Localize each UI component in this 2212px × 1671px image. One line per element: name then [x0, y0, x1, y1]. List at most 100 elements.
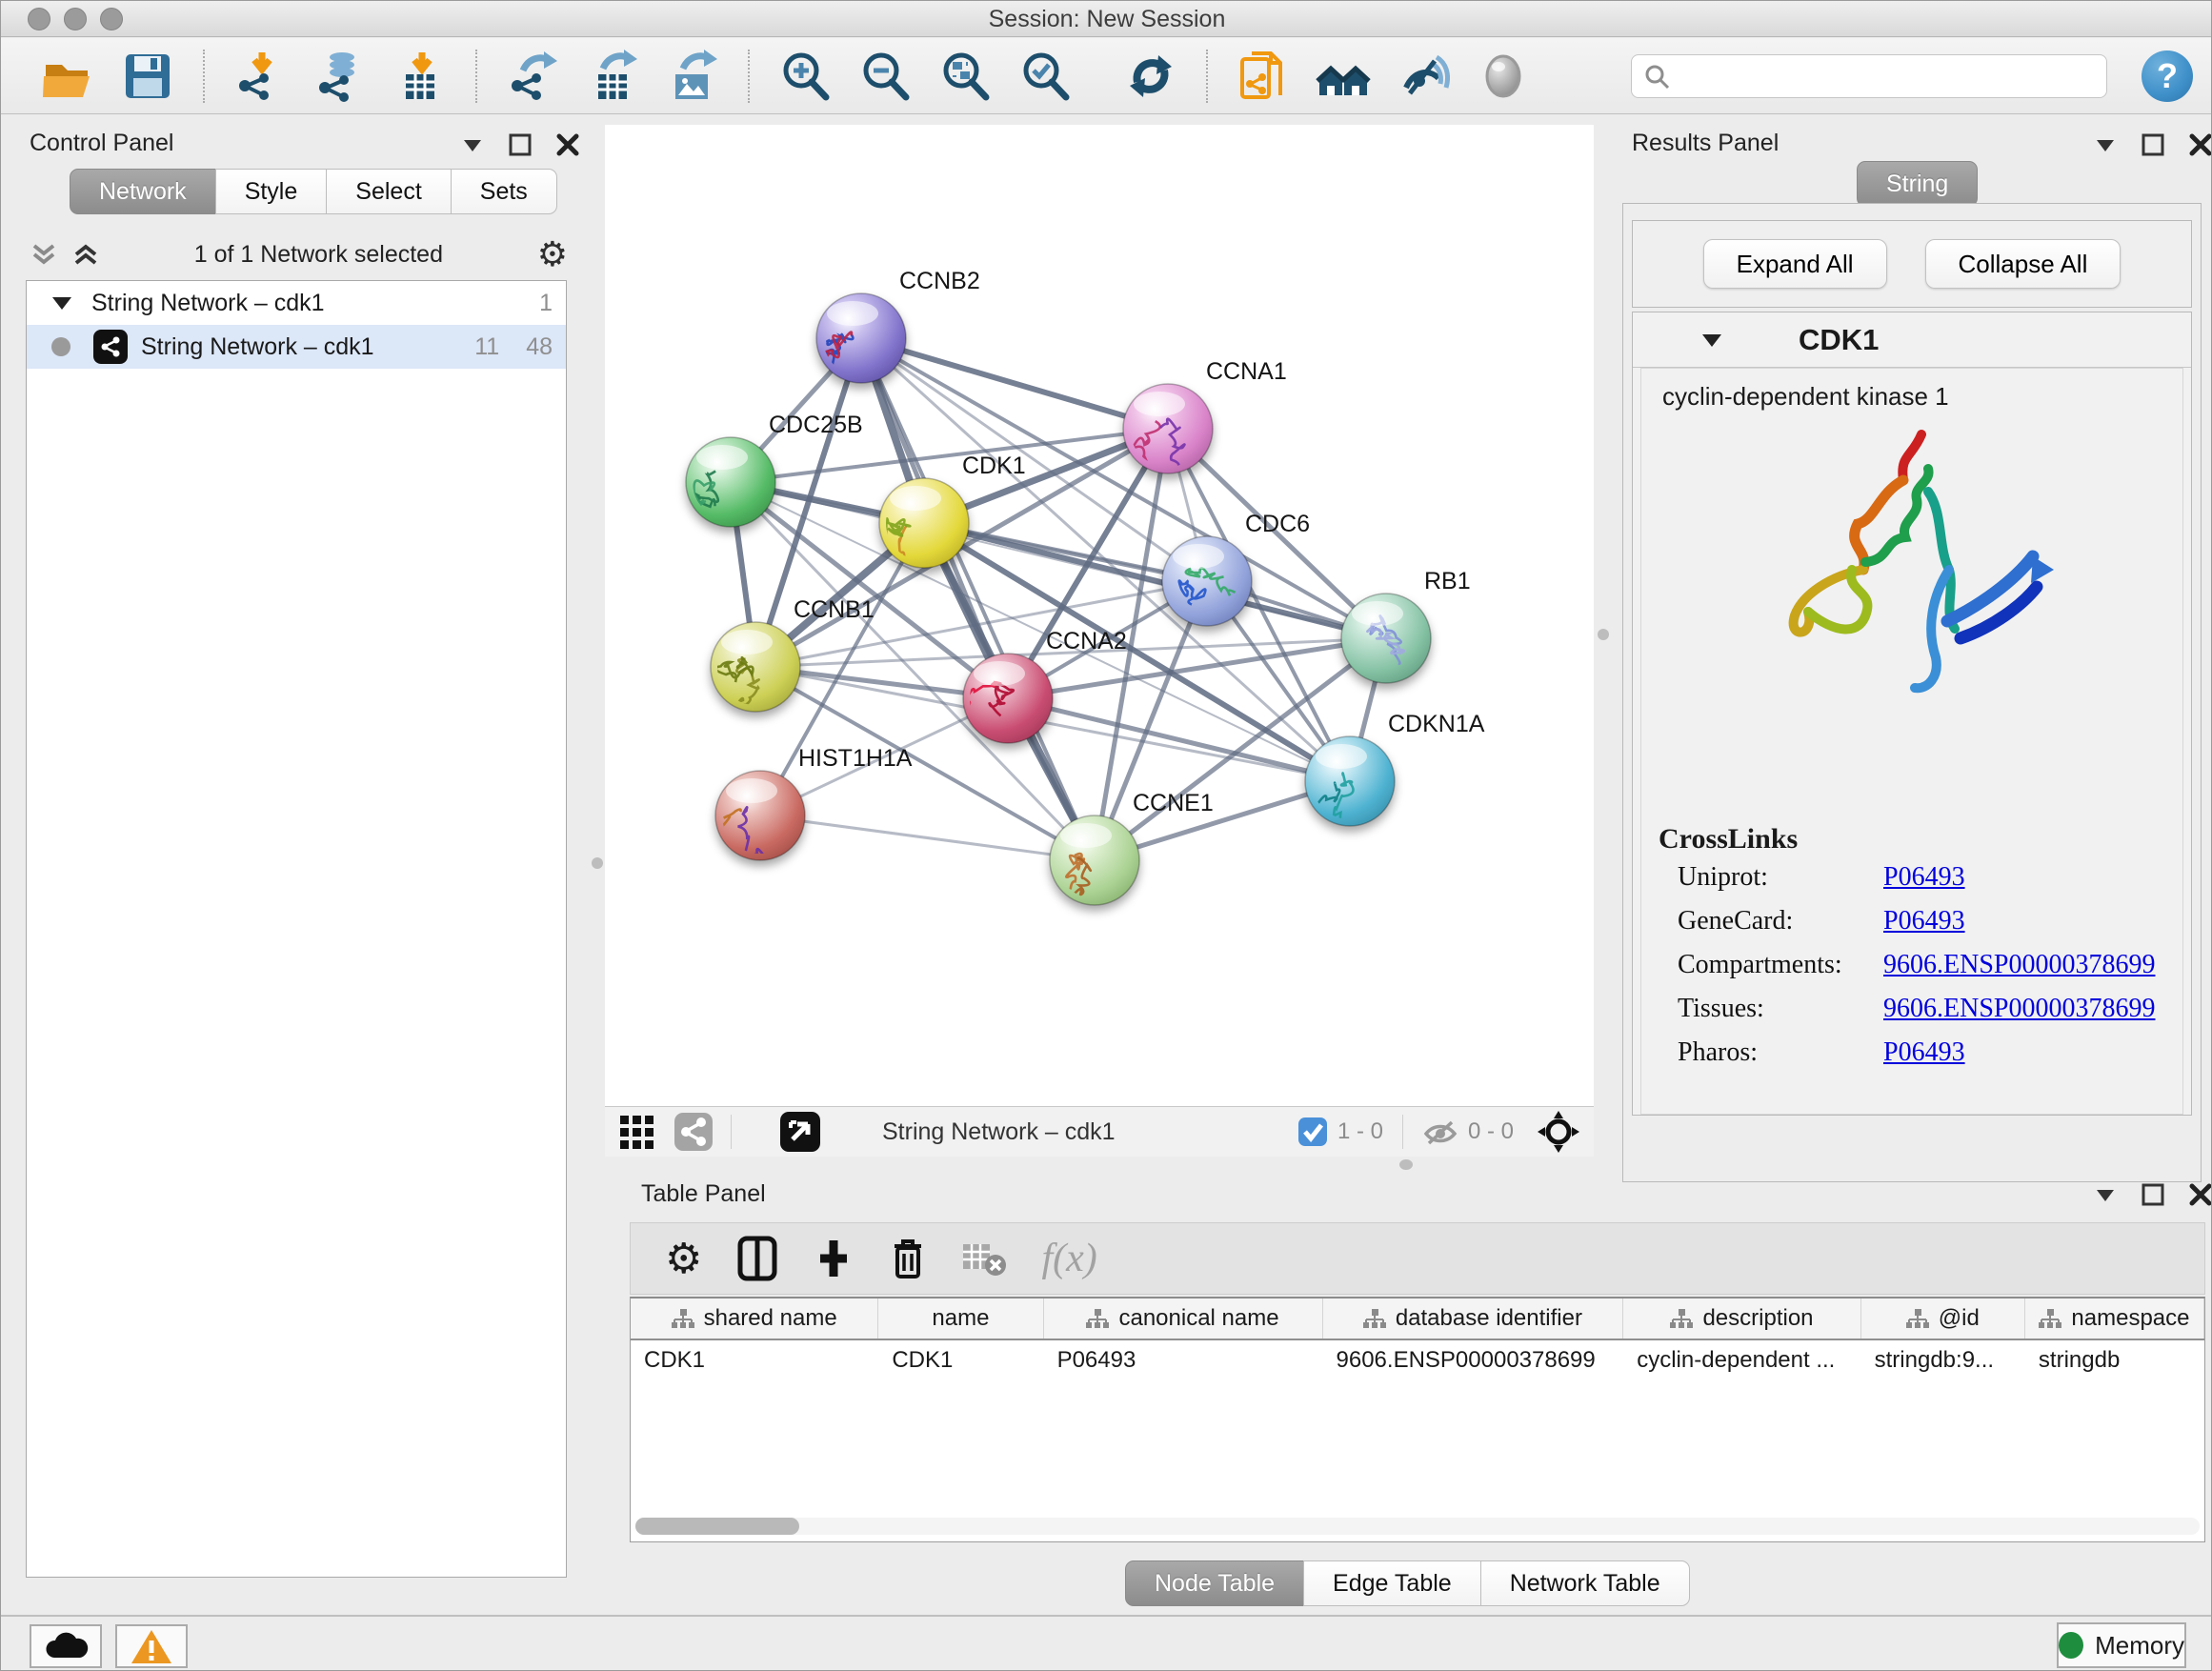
- tab-node-table[interactable]: Node Table: [1125, 1560, 1304, 1606]
- function-builder-button[interactable]: f(x): [1036, 1235, 1102, 1282]
- glass-ball-icon: [1477, 50, 1530, 103]
- column-header-namespace[interactable]: namespace: [2025, 1299, 2204, 1339]
- column-header-canonical-name[interactable]: canonical name: [1044, 1299, 1323, 1339]
- column-label: shared name: [704, 1305, 837, 1332]
- toolbar-separator: [1206, 50, 1208, 103]
- help-button[interactable]: ?: [2142, 50, 2193, 102]
- tab-string[interactable]: String: [1857, 161, 1978, 207]
- table-cell[interactable]: cyclin-dependent ...: [1623, 1340, 1860, 1380]
- tab-style[interactable]: Style: [215, 169, 328, 214]
- crosslink-link[interactable]: P06493: [1883, 906, 1965, 936]
- column-header-description[interactable]: description: [1623, 1299, 1860, 1339]
- network-collection-row[interactable]: String Network – cdk1 1: [27, 281, 566, 325]
- node-cdkn1a[interactable]: CDKN1A: [1305, 711, 1485, 833]
- table-cell[interactable]: P06493: [1044, 1340, 1323, 1380]
- collapse-panel-icon[interactable]: [460, 132, 485, 157]
- network-view[interactable]: CCNB2CCNA1CDC25BCDK1CDC6RB1CCNB1CCNA2CDK…: [605, 125, 1594, 1106]
- table-cell[interactable]: CDK1: [878, 1340, 1043, 1380]
- show-columns-button[interactable]: [731, 1234, 784, 1283]
- column-header-shared-name[interactable]: shared name: [631, 1299, 878, 1339]
- tab-sets[interactable]: Sets: [451, 169, 557, 214]
- warnings-button[interactable]: [115, 1624, 188, 1668]
- expand-all-icon[interactable]: [71, 240, 100, 269]
- collapse-panel-icon[interactable]: [2093, 1182, 2118, 1207]
- toolbar-separator: [748, 50, 750, 103]
- zoom-out-button[interactable]: [857, 49, 913, 104]
- crosslink-link[interactable]: P06493: [1883, 862, 1965, 893]
- crosslink-link[interactable]: P06493: [1883, 1037, 1965, 1068]
- string-enable-glass-button[interactable]: [1396, 49, 1451, 104]
- string-home-button[interactable]: [1316, 49, 1371, 104]
- tab-network[interactable]: Network: [70, 169, 216, 214]
- export-image-button[interactable]: [665, 49, 720, 104]
- column-header--id[interactable]: @id: [1861, 1299, 2025, 1339]
- memory-button[interactable]: Memory: [2057, 1622, 2186, 1668]
- scrollbar-thumb[interactable]: [635, 1518, 799, 1535]
- string-document-button[interactable]: [1236, 49, 1291, 104]
- edge-ccnb2-ccna1[interactable]: [861, 338, 1168, 429]
- collapse-all-button[interactable]: Collapse All: [1925, 239, 2122, 289]
- string-glass-ball-button[interactable]: [1476, 49, 1531, 104]
- export-network-button[interactable]: [505, 49, 560, 104]
- zoom-fit-button[interactable]: [937, 49, 993, 104]
- expand-all-button[interactable]: Expand All: [1703, 239, 1887, 289]
- save-session-button[interactable]: [120, 49, 175, 104]
- node-hist1h1a[interactable]: HIST1H1A: [711, 745, 913, 864]
- tab-edge-table[interactable]: Edge Table: [1303, 1560, 1481, 1606]
- show-grid-button[interactable]: [618, 1112, 658, 1152]
- edge-hist1h1a-ccne1[interactable]: [760, 815, 1095, 860]
- zoom-selected-button[interactable]: [1017, 49, 1073, 104]
- open-session-button[interactable]: [40, 49, 95, 104]
- tab-select[interactable]: Select: [326, 169, 451, 214]
- close-panel-icon[interactable]: [2188, 132, 2212, 157]
- network-row[interactable]: String Network – cdk1 11 48: [27, 325, 566, 369]
- fit-selected-crosshair-icon[interactable]: [1537, 1110, 1580, 1154]
- close-panel-icon[interactable]: [2188, 1182, 2212, 1207]
- column-header-database-identifier[interactable]: database identifier: [1323, 1299, 1624, 1339]
- bottom-splitter-handle[interactable]: [1399, 1159, 1413, 1170]
- table-cell[interactable]: 9606.ENSP00000378699: [1323, 1340, 1624, 1380]
- table-options-button[interactable]: ⚙: [659, 1234, 708, 1284]
- export-table-button[interactable]: [585, 49, 640, 104]
- import-network-file-button[interactable]: [232, 49, 288, 104]
- crosslink-link[interactable]: 9606.ENSP00000378699: [1883, 950, 2155, 980]
- collapse-gene-icon[interactable]: [1699, 328, 1724, 352]
- create-column-button[interactable]: [807, 1234, 860, 1283]
- open-in-window-button[interactable]: [779, 1111, 821, 1153]
- delete-table-button[interactable]: [955, 1238, 1013, 1279]
- collapse-panel-icon[interactable]: [2093, 132, 2118, 157]
- search-input[interactable]: [1670, 57, 2095, 95]
- node-rb1[interactable]: RB1: [1341, 568, 1471, 683]
- zoom-in-button[interactable]: [777, 49, 833, 104]
- table-cell[interactable]: stringdb: [2025, 1340, 2204, 1380]
- cloud-status-button[interactable]: [30, 1624, 102, 1668]
- tab-network-table[interactable]: Network Table: [1480, 1560, 1690, 1606]
- network-badge-button[interactable]: [674, 1112, 714, 1152]
- collapse-all-icon[interactable]: [30, 240, 58, 269]
- right-splitter-handle[interactable]: [1598, 629, 1609, 640]
- network-options-gear-icon[interactable]: ⚙: [537, 234, 568, 274]
- table-cell[interactable]: CDK1: [631, 1340, 878, 1380]
- column-header-name[interactable]: name: [878, 1299, 1043, 1339]
- edge-ccnb2-ccne1[interactable]: [861, 338, 1095, 860]
- import-table-button[interactable]: [392, 49, 448, 104]
- selected-checkbox-icon[interactable]: [1297, 1117, 1328, 1147]
- close-panel-icon[interactable]: [555, 132, 580, 157]
- zoom-fit-icon: [938, 50, 992, 103]
- network-canvas[interactable]: CCNB2CCNA1CDC25BCDK1CDC6RB1CCNB1CCNA2CDK…: [605, 125, 1594, 1106]
- tree-expand-icon[interactable]: [50, 291, 74, 315]
- float-panel-icon[interactable]: [2141, 132, 2165, 157]
- table-cell[interactable]: stringdb:9...: [1861, 1340, 2025, 1380]
- refresh-view-button[interactable]: [1123, 49, 1178, 104]
- node-ccne1[interactable]: CCNE1: [1050, 790, 1214, 905]
- float-panel-icon[interactable]: [2141, 1182, 2165, 1207]
- hidden-eye-icon[interactable]: [1422, 1117, 1458, 1147]
- gene-header[interactable]: CDK1: [1633, 312, 2191, 368]
- float-panel-icon[interactable]: [508, 132, 533, 157]
- left-splitter-handle[interactable]: [592, 857, 603, 869]
- delete-column-button[interactable]: [883, 1234, 933, 1283]
- crosslink-link[interactable]: 9606.ENSP00000378699: [1883, 994, 2155, 1024]
- import-network-database-button[interactable]: [312, 49, 368, 104]
- table-horizontal-scrollbar[interactable]: [635, 1518, 2200, 1535]
- table-row[interactable]: CDK1CDK1P064939606.ENSP00000378699cyclin…: [631, 1340, 2204, 1380]
